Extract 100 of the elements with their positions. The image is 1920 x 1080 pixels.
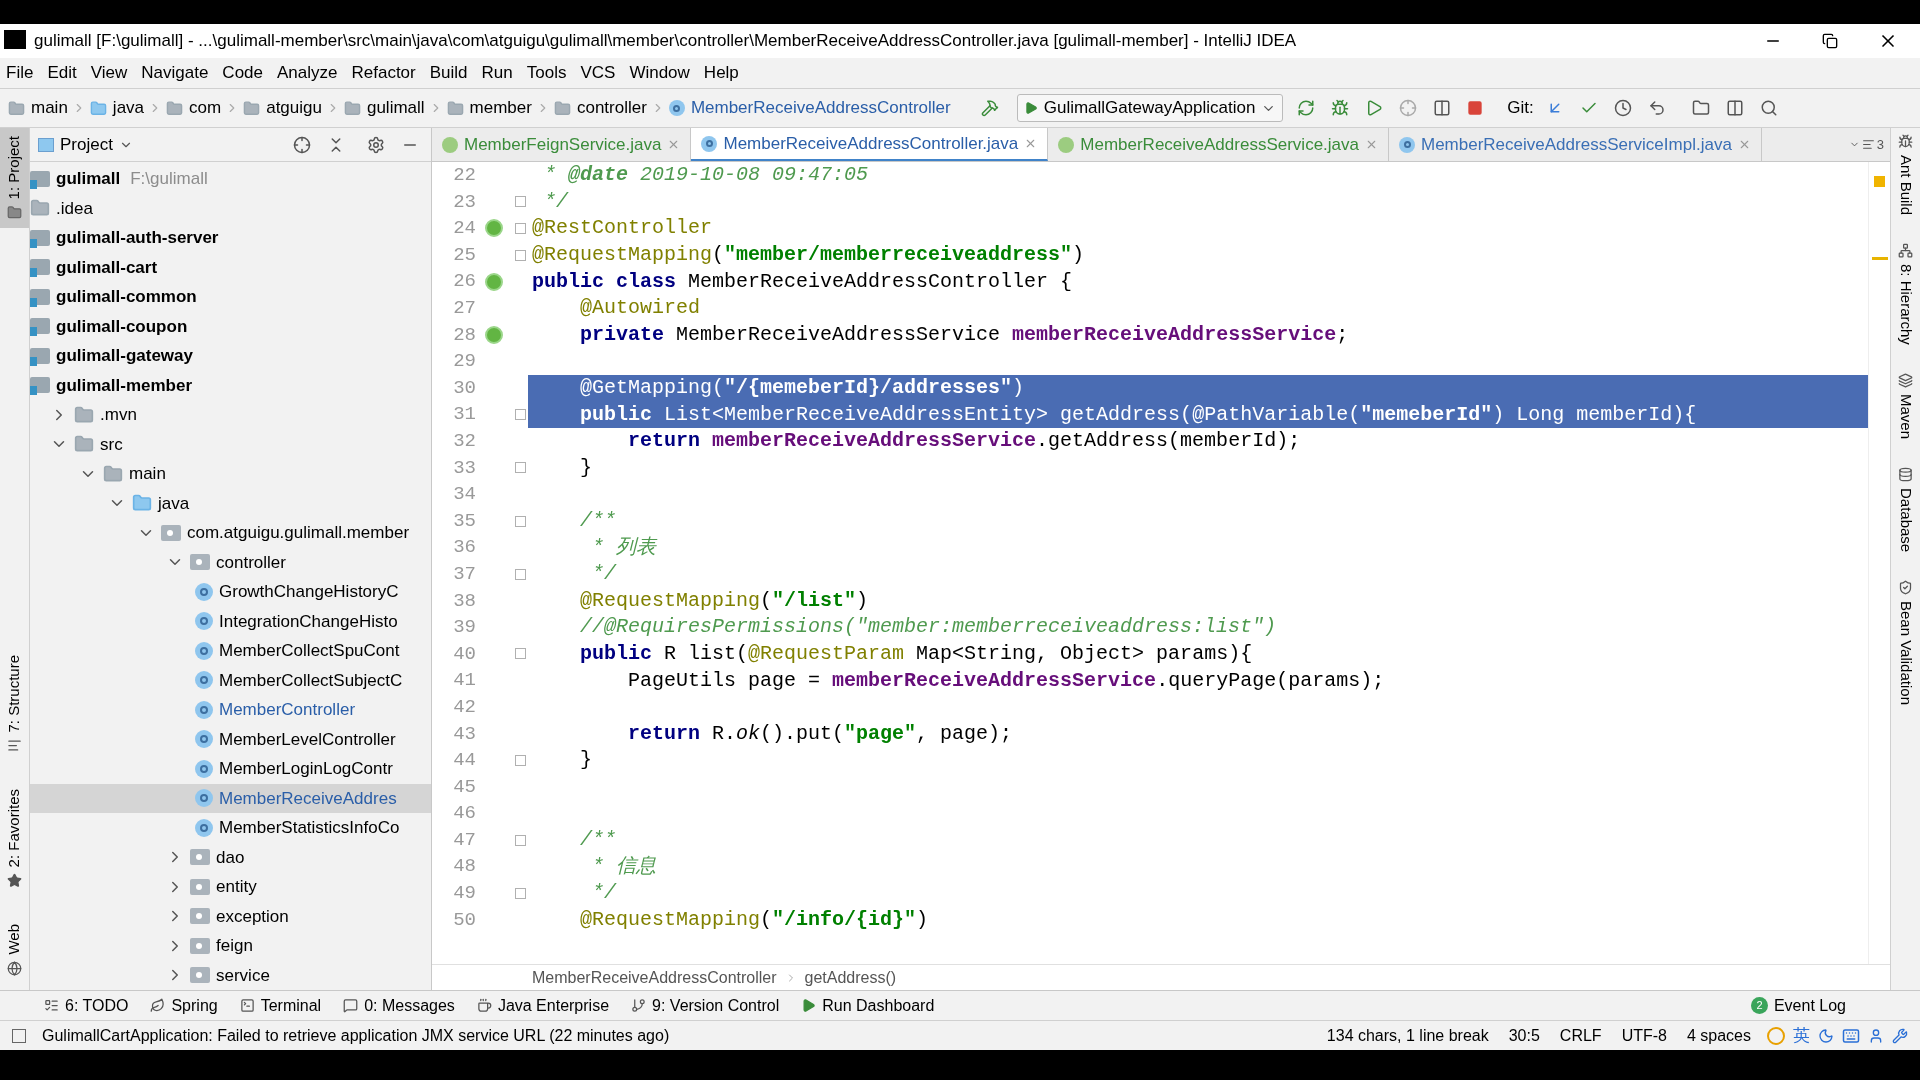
moon-icon[interactable]: [1818, 1027, 1834, 1044]
tool-window-tab[interactable]: 0: Messages: [343, 993, 455, 1018]
fold-marker-icon[interactable]: [514, 834, 526, 846]
tool-window-tab[interactable]: 2: Favorites: [0, 781, 29, 897]
tool-window-tab[interactable]: Terminal: [239, 993, 322, 1018]
tree-item[interactable]: main: [30, 459, 431, 489]
wrench-icon[interactable]: [1892, 1027, 1908, 1044]
fold-marker-icon[interactable]: [514, 409, 526, 421]
layout-icon[interactable]: [1725, 99, 1744, 117]
tree-item[interactable]: src: [30, 429, 431, 459]
menu-item[interactable]: Refactor: [351, 60, 416, 86]
tree-item[interactable]: gulimall-auth-server: [30, 223, 431, 253]
tool-window-tab[interactable]: Java Enterprise: [476, 993, 610, 1018]
restore-icon[interactable]: [1822, 33, 1838, 49]
menu-item[interactable]: View: [90, 60, 128, 86]
editor-tab[interactable]: MemberReceiveAddressServiceImpl.java: [1389, 128, 1762, 161]
tree-item[interactable]: gulimall-cart: [30, 252, 431, 282]
locate-icon[interactable]: [293, 135, 311, 154]
tree-item[interactable]: gulimall F:\gulimall: [30, 164, 431, 194]
breadcrumb-item[interactable]: com: [166, 95, 222, 121]
tree-item[interactable]: controller: [30, 547, 431, 577]
tree-item[interactable]: gulimall-common: [30, 282, 431, 312]
tree-item[interactable]: dao: [30, 842, 431, 872]
tab-overflow-button[interactable]: 3: [1842, 128, 1890, 161]
folder-icon[interactable]: [1691, 99, 1710, 117]
fold-marker-icon[interactable]: [514, 462, 526, 474]
tool-window-tab[interactable]: 7: Structure: [0, 646, 29, 762]
tree-item[interactable]: MemberStatisticsInfoCo: [30, 813, 431, 843]
breadcrumb-item[interactable]: MemberReceiveAddressController: [668, 95, 951, 121]
fold-marker-icon[interactable]: [514, 515, 526, 527]
tree-item[interactable]: exception: [30, 901, 431, 931]
breadcrumb-item[interactable]: MemberReceiveAddressController: [532, 965, 777, 990]
tree-item[interactable]: MemberLevelController: [30, 724, 431, 754]
breadcrumb-item[interactable]: main: [8, 95, 68, 121]
breadcrumb-item[interactable]: member: [446, 95, 532, 121]
hammer-icon[interactable]: [980, 99, 999, 117]
event-log-tab[interactable]: 2 Event Log: [1750, 993, 1846, 1018]
menu-item[interactable]: Help: [703, 60, 739, 86]
run-config-dropdown[interactable]: GulimallGatewayApplication: [1016, 94, 1284, 122]
stop-icon[interactable]: [1467, 100, 1484, 116]
editor-tab[interactable]: MemberReceiveAddressController.java: [691, 128, 1049, 161]
revert-icon[interactable]: [1647, 99, 1666, 117]
menu-item[interactable]: VCS: [580, 60, 616, 86]
menu-item[interactable]: File: [6, 60, 34, 86]
tree-item[interactable]: com.atguigu.gulimall.member: [30, 518, 431, 548]
fold-marker-icon[interactable]: [514, 648, 526, 660]
fold-marker-icon[interactable]: [514, 223, 526, 234]
fold-marker-icon[interactable]: [514, 887, 526, 899]
search-icon[interactable]: [1759, 99, 1778, 117]
tool-window-tab[interactable]: 1: Project: [0, 128, 29, 229]
fold-marker-icon[interactable]: [514, 568, 526, 580]
project-view-dropdown[interactable]: Project: [38, 131, 133, 158]
breadcrumb-item[interactable]: atguigu: [243, 95, 322, 121]
menu-item[interactable]: Analyze: [277, 60, 338, 86]
bug-icon[interactable]: [1331, 99, 1350, 117]
breadcrumb-item[interactable]: getAddress(): [804, 965, 897, 990]
tree-item[interactable]: MemberLoginLogContr: [30, 754, 431, 784]
input-language[interactable]: 英: [1793, 1022, 1810, 1049]
tool-window-tab[interactable]: Web: [0, 916, 29, 984]
tool-window-tab[interactable]: 6: TODO: [44, 993, 129, 1018]
tool-window-tab[interactable]: 9: Version Control: [631, 993, 780, 1018]
tool-window-tab[interactable]: Maven: [1891, 372, 1920, 439]
tree-item[interactable]: GrowthChangeHistoryC: [30, 577, 431, 607]
menu-item[interactable]: Edit: [47, 60, 77, 86]
menu-item[interactable]: Tools: [526, 60, 567, 86]
tree-item[interactable]: MemberController: [30, 695, 431, 725]
history-icon[interactable]: [1613, 99, 1632, 117]
input-method-icon[interactable]: [1767, 1026, 1785, 1045]
rerun-icon[interactable]: [1297, 99, 1316, 117]
tool-window-tab[interactable]: Spring: [150, 993, 218, 1018]
tree-item[interactable]: MemberCollectSubjectC: [30, 665, 431, 695]
columns-icon[interactable]: [1433, 99, 1452, 117]
breadcrumb-item[interactable]: gulimall: [343, 95, 425, 121]
fold-marker-icon[interactable]: [514, 196, 526, 208]
status-item[interactable]: CRLF: [1559, 1023, 1602, 1048]
tool-window-tab[interactable]: Ant Build: [1891, 134, 1920, 216]
tree-item[interactable]: .idea: [30, 193, 431, 223]
close-tab-icon[interactable]: [1365, 138, 1378, 151]
tool-window-tab[interactable]: Run Dashboard: [801, 993, 935, 1018]
status-item[interactable]: 4 spaces: [1686, 1023, 1751, 1048]
fold-marker-icon[interactable]: [514, 754, 526, 766]
status-item[interactable]: 134 chars, 1 line break: [1326, 1023, 1489, 1048]
tool-window-tab[interactable]: Database: [1891, 466, 1920, 553]
breadcrumb-item[interactable]: java: [89, 95, 145, 121]
tree-item[interactable]: MemberCollectSpuCont: [30, 636, 431, 666]
tree-item[interactable]: feign: [30, 931, 431, 961]
settings-icon[interactable]: [367, 135, 385, 154]
tree-item[interactable]: IntegrationChangeHisto: [30, 606, 431, 636]
tree-item[interactable]: gulimall-coupon: [30, 311, 431, 341]
menu-item[interactable]: Window: [629, 60, 690, 86]
tree-item[interactable]: .mvn: [30, 400, 431, 430]
editor-tab[interactable]: MemberReceiveAddressService.java: [1048, 128, 1389, 161]
breadcrumb-item[interactable]: controller: [553, 95, 647, 121]
status-item[interactable]: UTF-8: [1621, 1023, 1667, 1048]
menu-item[interactable]: Run: [481, 60, 513, 86]
tool-window-tab[interactable]: 8: Hierarchy: [1891, 243, 1920, 345]
tree-item[interactable]: MemberReceiveAddres: [30, 783, 431, 813]
menu-item[interactable]: Navigate: [141, 60, 209, 86]
user-icon[interactable]: [1868, 1027, 1884, 1044]
play-icon[interactable]: [1365, 99, 1384, 117]
